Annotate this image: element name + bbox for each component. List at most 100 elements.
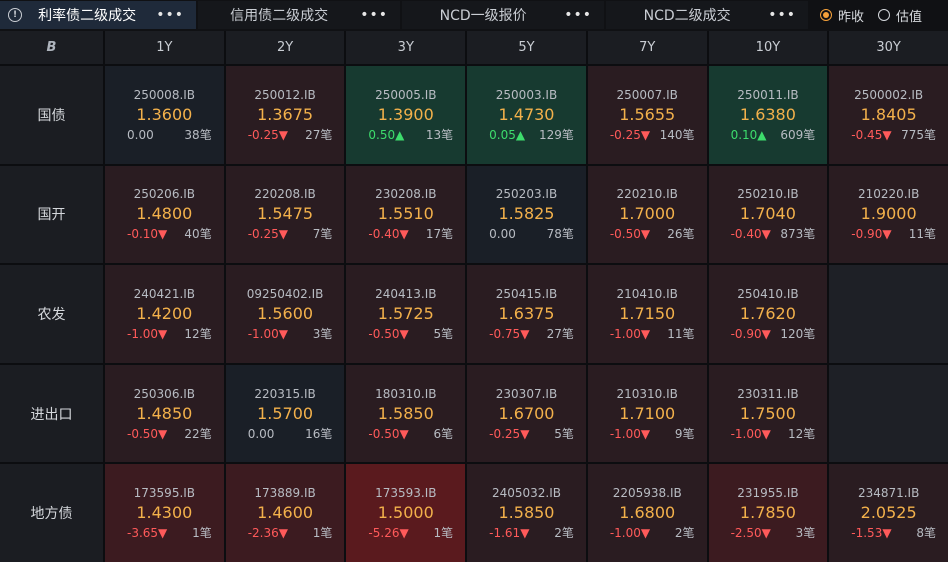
yield-change: -1.00▼ xyxy=(127,326,168,341)
cell-footer: -0.50▼ 6笔 xyxy=(346,426,465,442)
bond-cell[interactable]: 180310.IB 1.5850 -0.50▼ 6笔 xyxy=(346,364,466,463)
bond-cell[interactable]: 240413.IB 1.5725 -0.50▼ 5笔 xyxy=(346,265,466,363)
bond-yield: 1.6700 xyxy=(498,403,555,423)
trade-count: 5笔 xyxy=(554,426,574,441)
bond-cell[interactable]: 230307.IB 1.6700 -0.25▼ 5笔 xyxy=(467,364,586,463)
bond-cell[interactable]: 240421.IB 1.4200 -1.00▼ 12笔 xyxy=(105,265,224,363)
bond-code: 173593.IB xyxy=(375,486,437,501)
bond-cell[interactable]: 220315.IB 1.5700 0.00 16笔 xyxy=(225,364,345,463)
trade-count: 38笔 xyxy=(184,127,212,142)
bond-cell[interactable]: 230208.IB 1.5510 -0.40▼ 17笔 xyxy=(346,165,466,264)
bond-cell[interactable]: 250005.IB 1.3900 0.50▲ 13笔 xyxy=(346,66,466,164)
trade-count: 7笔 xyxy=(312,227,333,242)
bond-cell[interactable]: 250206.IB 1.4800 -0.10▼ 40笔 xyxy=(105,165,224,264)
yield-change: -0.25▼ xyxy=(489,426,530,441)
yield-change: 0.05▲ xyxy=(489,127,526,142)
yield-change: -1.00▼ xyxy=(609,326,651,341)
cell-footer: -0.50▼ 5笔 xyxy=(346,326,465,342)
trade-count: 17笔 xyxy=(425,227,454,242)
cell-footer: 0.00 16笔 xyxy=(226,426,345,442)
cell-footer: -1.00▼ 2笔 xyxy=(588,525,707,541)
bond-cell[interactable]: 250203.IB 1.5825 0.00 78笔 xyxy=(467,165,586,264)
info-icon[interactable]: ! xyxy=(8,8,22,22)
bond-cell[interactable]: 220210.IB 1.7000 -0.50▼ 26笔 xyxy=(587,165,707,264)
radio-option-2[interactable]: 估值 xyxy=(878,6,922,25)
bond-yield: 1.5850 xyxy=(498,503,555,523)
bond-cell[interactable]: 250007.IB 1.5655 -0.25▼ 140笔 xyxy=(587,66,707,164)
bond-yield: 1.4600 xyxy=(257,503,314,523)
bond-cell[interactable]: 230311.IB 1.7500 -1.00▼ 12笔 xyxy=(708,364,828,463)
bond-cell[interactable]: 173889.IB 1.4600 -2.36▼ 1笔 xyxy=(225,464,345,562)
bond-logo-icon[interactable]: B xyxy=(47,40,57,55)
tab-label: NCD二级成交 xyxy=(643,8,731,24)
tab-1[interactable]: ! 利率债二级成交 ••• xyxy=(0,1,196,29)
column-header-7Y: 7Y xyxy=(587,31,707,64)
bond-code: 173595.IB xyxy=(133,486,196,501)
bond-cell[interactable]: 210410.IB 1.7150 -1.00▼ 11笔 xyxy=(587,265,707,363)
bond-yield: 1.5825 xyxy=(498,204,555,224)
trade-count: 2笔 xyxy=(554,526,574,541)
bond-cell[interactable]: 2500002.IB 1.8405 -0.45▼ 775笔 xyxy=(829,66,948,164)
bond-cell[interactable]: 09250402.IB 1.5600 -1.00▼ 3笔 xyxy=(225,265,345,363)
bond-cell[interactable]: 220208.IB 1.5475 -0.25▼ 7笔 xyxy=(225,165,345,264)
more-icon[interactable]: ••• xyxy=(156,7,184,23)
yield-change: -0.50▼ xyxy=(609,227,651,242)
tab-4[interactable]: NCD二级成交 ••• xyxy=(606,1,808,29)
trade-count: 26笔 xyxy=(667,227,695,242)
yield-change: -0.90▼ xyxy=(730,326,771,341)
bond-cell[interactable]: 210220.IB 1.9000 -0.90▼ 11笔 xyxy=(829,165,948,264)
radio-option-1[interactable]: 昨收 xyxy=(820,6,864,25)
more-icon[interactable]: ••• xyxy=(564,7,592,23)
cell-footer: -0.10▼ 40笔 xyxy=(105,226,224,242)
bond-yield: 2.0525 xyxy=(860,503,917,523)
bond-code: 230307.IB xyxy=(495,386,558,401)
bond-cell[interactable]: 250011.IB 1.6380 0.10▲ 609笔 xyxy=(708,66,828,164)
bond-cell[interactable]: 250210.IB 1.7040 -0.40▼ 873笔 xyxy=(708,165,828,264)
yield-change: -0.75▼ xyxy=(489,326,530,341)
cell-footer: 0.00 78笔 xyxy=(467,226,586,242)
trade-count: 1笔 xyxy=(312,526,333,541)
column-header-10Y: 10Y xyxy=(708,31,828,64)
bond-cell[interactable]: 234871.IB 2.0525 -1.53▼ 8笔 xyxy=(829,464,948,562)
yield-change: -0.25▼ xyxy=(609,127,651,142)
more-icon[interactable]: ••• xyxy=(360,7,388,23)
bond-cell[interactable]: 2205938.IB 1.6800 -1.00▼ 2笔 xyxy=(587,464,707,562)
tab-2[interactable]: 信用债二级成交 ••• xyxy=(198,1,400,29)
bond-cell[interactable]: 173595.IB 1.4300 -3.65▼ 1笔 xyxy=(105,464,224,562)
radio-dot-icon[interactable] xyxy=(878,9,891,21)
more-icon[interactable]: ••• xyxy=(768,7,796,23)
bond-cell[interactable]: 231955.IB 1.7850 -2.50▼ 3笔 xyxy=(708,464,828,562)
bond-code: 234871.IB xyxy=(857,486,920,501)
bond-cell[interactable]: 210310.IB 1.7100 -1.00▼ 9笔 xyxy=(587,364,707,463)
bond-cell[interactable]: 250410.IB 1.7620 -0.90▼ 120笔 xyxy=(708,265,828,363)
bond-code: 210220.IB xyxy=(857,187,920,202)
cell-footer: -0.50▼ 22笔 xyxy=(105,426,224,442)
column-header-3Y: 3Y xyxy=(346,31,466,64)
yield-change: 0.00 xyxy=(127,127,154,142)
bond-yield: 1.4800 xyxy=(136,204,193,224)
bond-yield: 1.8405 xyxy=(860,104,917,124)
bond-cell[interactable]: 250012.IB 1.3675 -0.25▼ 27笔 xyxy=(225,66,345,164)
bond-yield: 1.4850 xyxy=(136,403,193,423)
bond-cell[interactable]: 173593.IB 1.5000 -5.26▼ 1笔 xyxy=(346,464,466,562)
bond-yield: 1.3600 xyxy=(136,104,193,124)
bond-code: 250008.IB xyxy=(133,87,196,102)
bond-code: 250011.IB xyxy=(737,87,799,102)
bond-cell[interactable]: 250008.IB 1.3600 0.00 38笔 xyxy=(105,66,224,164)
tab-3[interactable]: NCD一级报价 ••• xyxy=(402,1,604,29)
bond-yield: 1.5475 xyxy=(257,204,314,224)
yield-change: -1.00▼ xyxy=(247,326,288,341)
cell-footer: -3.65▼ 1笔 xyxy=(105,525,224,541)
bond-cell[interactable]: 250003.IB 1.4730 0.05▲ 129笔 xyxy=(467,66,586,164)
yield-change: -2.36▼ xyxy=(247,526,288,541)
tab-label: 信用债二级成交 xyxy=(230,8,329,24)
row-label: 进出口 xyxy=(0,364,103,463)
corner-cell[interactable]: B xyxy=(0,31,103,64)
bond-cell[interactable]: 250306.IB 1.4850 -0.50▼ 22笔 xyxy=(105,364,224,463)
bond-cell[interactable]: 2405032.IB 1.5850 -1.61▼ 2笔 xyxy=(467,464,586,562)
radio-dot-icon[interactable] xyxy=(820,9,832,21)
bond-cell[interactable]: 250415.IB 1.6375 -0.75▼ 27笔 xyxy=(467,265,586,363)
trade-count: 140笔 xyxy=(659,127,695,142)
trade-count: 129笔 xyxy=(538,127,574,142)
cell-footer: 0.50▲ 13笔 xyxy=(346,127,465,143)
